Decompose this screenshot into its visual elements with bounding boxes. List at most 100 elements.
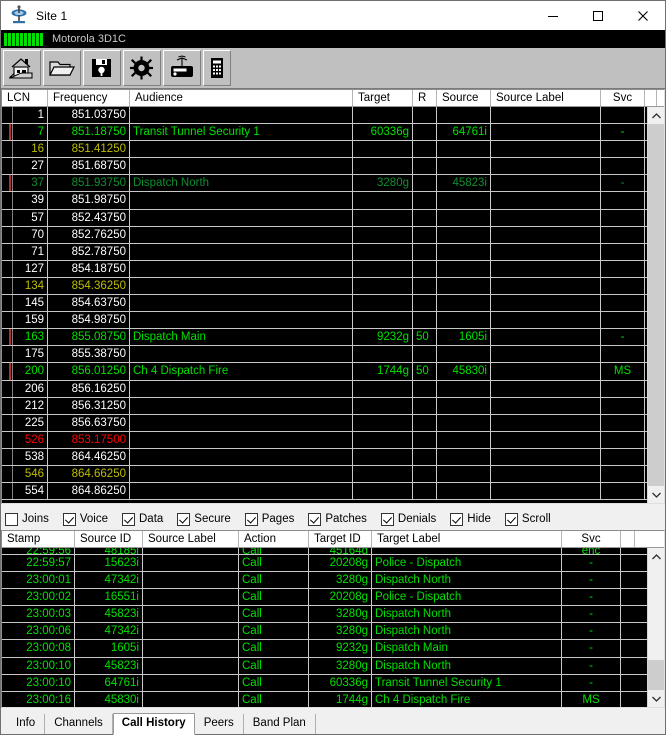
checkbox-checked-icon[interactable] — [62, 512, 76, 526]
filter-checkbox-patches[interactable]: Patches — [308, 512, 367, 526]
call-history-col-header-svc[interactable]: Svc — [562, 531, 621, 547]
checkbox-checked-icon[interactable] — [244, 512, 258, 526]
table-row[interactable]: 23:00:02 16551i Call 20208g Police - Dispatc… — [2, 589, 664, 607]
table-row[interactable]: 200 856.01250 Ch 4 Dispatch Fire 1744g 50 458… — [2, 363, 664, 381]
call-history-col-header-stamp[interactable]: Stamp — [2, 531, 75, 547]
table-row[interactable]: 225 856.63750 — [2, 414, 664, 432]
checkbox-checked-icon[interactable] — [308, 512, 322, 526]
table-row[interactable]: 212 856.31250 — [2, 397, 664, 415]
scroll-down-icon[interactable] — [648, 486, 664, 503]
filter-checkbox-bar: Joins Voice Data Secure Pages Patches Denials H… — [1, 508, 665, 530]
folder-open-icon[interactable] — [43, 50, 81, 86]
table-row[interactable]: 23:00:10 45823i Call 3280g Dispatch North - — [2, 657, 664, 675]
tab-channels[interactable]: Channels — [45, 714, 113, 734]
checkbox-unchecked-icon[interactable] — [5, 512, 18, 526]
table-row[interactable]: 538 864.46250 — [2, 448, 664, 466]
table-row[interactable]: 22:59:57 15623i Call 20208g Police - Dispatc… — [2, 555, 664, 573]
table-row[interactable]: 39 851.98750 — [2, 192, 664, 210]
radio-antenna-icon[interactable] — [163, 50, 201, 86]
checkbox-checked-icon[interactable] — [177, 512, 191, 526]
call-history-col-header-source_label[interactable]: Source Label — [143, 531, 239, 547]
table-row[interactable]: 37 851.93750 Dispatch North 3280g 45823i - — [2, 175, 664, 193]
channels-col-header-source[interactable]: Source — [437, 90, 491, 106]
filter-checkbox-pages[interactable]: Pages — [244, 512, 294, 526]
filter-checkbox-scroll[interactable]: Scroll — [504, 512, 551, 526]
table-row[interactable]: 554 864.86250 — [2, 483, 664, 501]
scroll-up-icon[interactable] — [648, 107, 664, 124]
tab-info[interactable]: Info — [7, 714, 46, 734]
filter-checkbox-secure[interactable]: Secure — [177, 512, 231, 526]
filter-checkbox-hide[interactable]: Hide — [450, 512, 491, 526]
table-row[interactable]: 1 851.03750 — [2, 107, 664, 125]
checkbox-checked-icon[interactable] — [380, 512, 394, 526]
channels-col-header-lcn[interactable]: LCN — [2, 90, 48, 106]
row-activity-marker — [2, 226, 13, 243]
gear-settings-icon[interactable] — [123, 50, 161, 86]
table-row[interactable]: 23:00:10 64761i Call 60336g Transit Tunnel S… — [2, 674, 664, 692]
table-row[interactable]: 163 855.08750 Dispatch Main 9232g 50 1605i - — [2, 329, 664, 347]
table-row[interactable]: 206 856.16250 — [2, 380, 664, 398]
call-history-col-header-action[interactable]: Action — [239, 531, 309, 547]
table-row[interactable]: 546 864.66250 — [2, 465, 664, 484]
cell-audience — [130, 397, 353, 414]
cell-source_label — [491, 483, 601, 500]
scroll-down-icon[interactable] — [648, 690, 664, 707]
table-row[interactable]: 70 852.76250 — [2, 226, 664, 244]
tab-call-history[interactable]: Call History — [112, 713, 195, 735]
table-row[interactable]: 175 855.38750 — [2, 346, 664, 364]
channels-col-header-target[interactable]: Target — [353, 90, 413, 106]
channels-col-header-source_label[interactable]: Source Label — [491, 90, 601, 106]
channels-col-header-svc[interactable]: Svc — [601, 90, 645, 106]
call-history-col-header-pad[interactable] — [621, 531, 635, 547]
call-history-body[interactable]: 22:59:56 48185i Call 45164g enc 22:59:57 15623… — [2, 548, 664, 707]
channels-scroll-track[interactable] — [648, 124, 664, 486]
table-row[interactable]: 526 853.17500 — [2, 431, 664, 449]
table-row[interactable]: 27 851.68750 — [2, 158, 664, 176]
call-history-scrollbar[interactable] — [647, 548, 664, 707]
filter-checkbox-data[interactable]: Data — [122, 512, 163, 526]
table-row[interactable]: 23:00:03 45823i Call 3280g Dispatch North - — [2, 606, 664, 624]
table-row[interactable]: 23:00:01 47342i Call 3280g Dispatch North - — [2, 572, 664, 590]
tab-peers[interactable]: Peers — [194, 714, 244, 734]
filter-checkbox-denials[interactable]: Denials — [380, 512, 436, 526]
call-history-col-header-target_id[interactable]: Target ID — [309, 531, 372, 547]
filter-checkbox-joins[interactable]: Joins — [5, 512, 49, 526]
checkbox-checked-icon[interactable] — [122, 512, 135, 526]
table-row[interactable]: 57 852.43750 — [2, 209, 664, 227]
close-button[interactable] — [620, 1, 665, 30]
table-row[interactable]: 134 854.36250 — [2, 277, 664, 296]
call-history-col-header-target_label[interactable]: Target Label — [372, 531, 562, 547]
checkbox-checked-icon[interactable] — [504, 512, 518, 526]
table-row[interactable]: 23:00:06 47342i Call 3280g Dispatch North - — [2, 623, 664, 641]
call-history-scroll-track[interactable] — [648, 565, 664, 690]
channels-col-header-pad[interactable] — [645, 90, 657, 106]
channels-grid-body[interactable]: 1 851.03750 7 851.18750 Transit Tunnel Secur… — [2, 107, 664, 503]
home-icon[interactable] — [3, 50, 41, 86]
table-row[interactable]: 145 854.63750 — [2, 295, 664, 313]
table-row[interactable]: 23:00:16 45830i Call 1744g Ch 4 Dispatch Fir… — [2, 691, 664, 707]
tab-band-plan[interactable]: Band Plan — [243, 714, 316, 734]
call-history-scroll-thumb[interactable] — [648, 660, 664, 690]
filter-checkbox-voice[interactable]: Voice — [62, 512, 108, 526]
scroll-up-icon[interactable] — [648, 548, 664, 565]
maximize-button[interactable] — [575, 1, 620, 30]
table-row[interactable]: 16 851.41250 — [2, 141, 664, 159]
cell-source_label — [143, 691, 239, 707]
table-row[interactable]: 7 851.18750 Transit Tunnel Security 1 60336… — [2, 124, 664, 142]
channels-scroll-thumb[interactable] — [648, 124, 664, 486]
call-history-col-header-source_id[interactable]: Source ID — [75, 531, 143, 547]
table-row[interactable]: 22:59:56 48185i Call 45164g enc — [2, 548, 664, 555]
checkbox-checked-icon[interactable] — [450, 512, 464, 526]
table-row[interactable]: 23:00:08 1605i Call 9232g Dispatch Main - — [2, 640, 664, 658]
floppy-save-icon[interactable] — [83, 50, 121, 86]
table-row[interactable]: 71 852.78750 — [2, 243, 664, 261]
channels-col-header-r[interactable]: R — [413, 90, 437, 106]
table-row[interactable]: 159 854.98750 — [2, 312, 664, 330]
minimize-button[interactable] — [530, 1, 575, 30]
table-row[interactable]: 127 854.18750 — [2, 260, 664, 278]
cell-target_label: Dispatch North — [372, 657, 562, 674]
calculator-icon[interactable] — [203, 50, 231, 86]
channels-col-header-frequency[interactable]: Frequency — [48, 90, 130, 106]
channels-col-header-audience[interactable]: Audience — [130, 90, 353, 106]
channels-scrollbar[interactable] — [647, 107, 664, 503]
